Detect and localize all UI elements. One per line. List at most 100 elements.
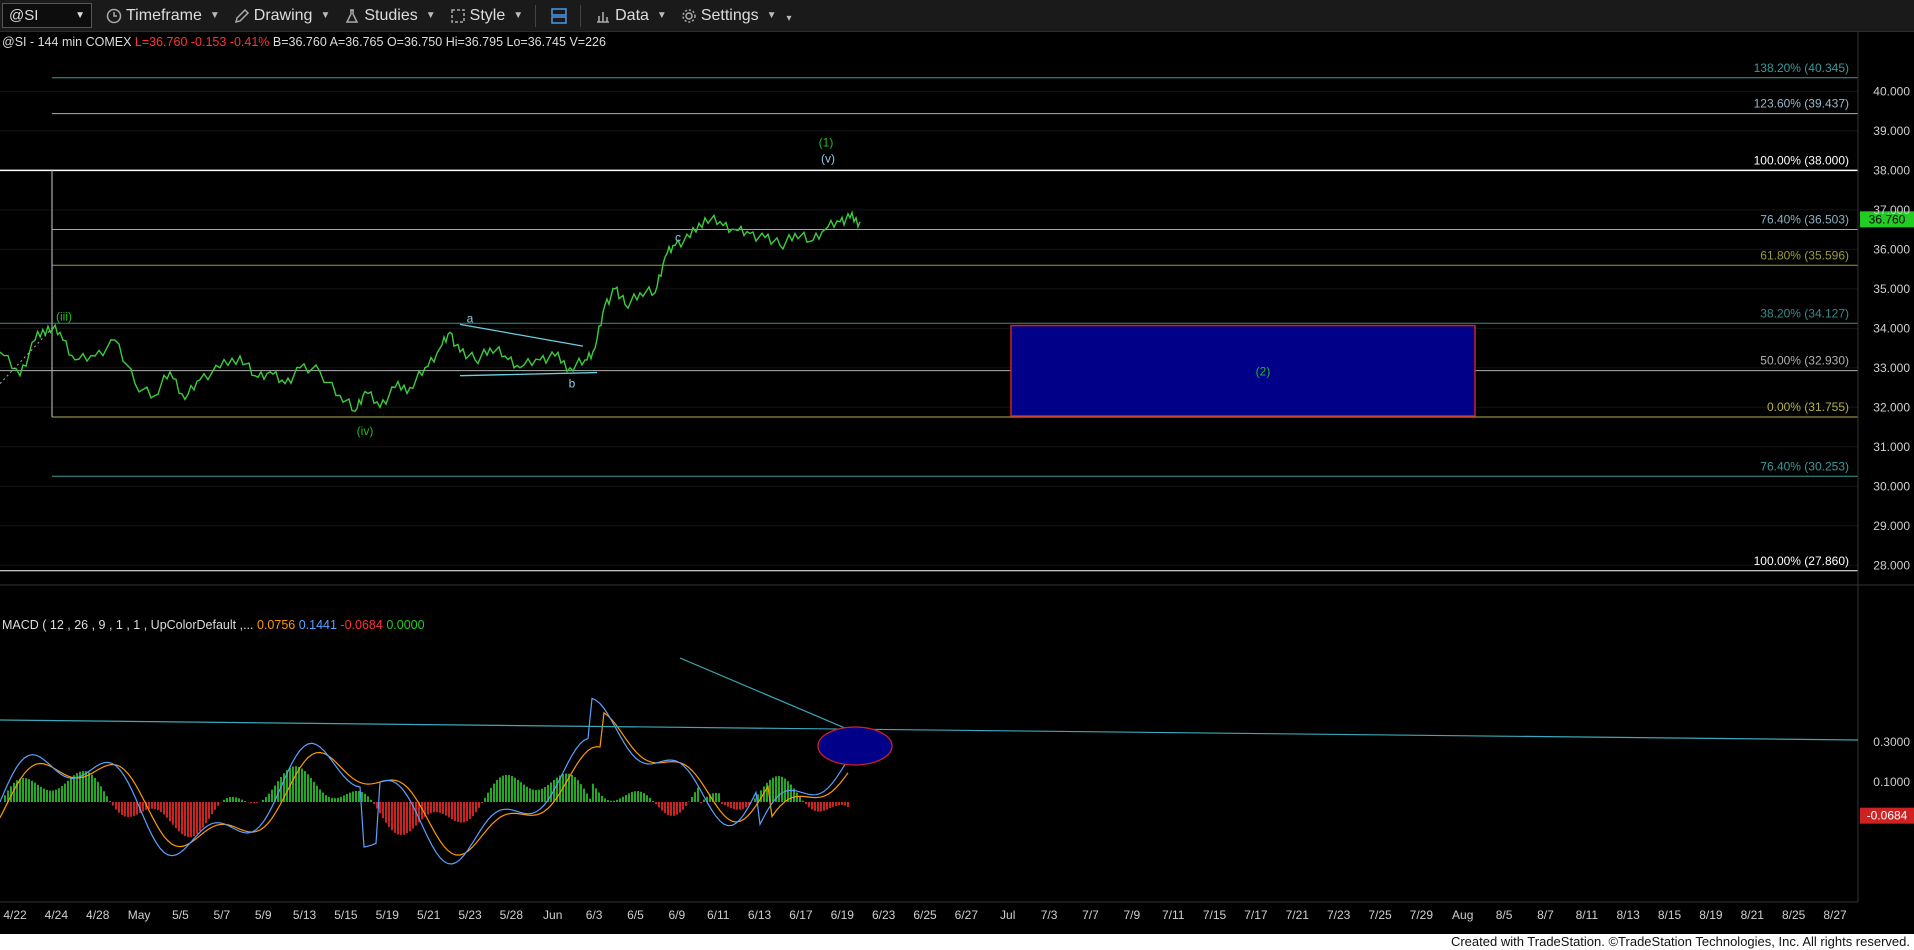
quote-low: Lo=36.745	[507, 35, 566, 49]
price-line	[0, 210, 861, 412]
macd-histogram-bar	[493, 783, 495, 802]
studies-button[interactable]: Studies ▼	[344, 7, 436, 25]
macd-histogram-bar	[745, 802, 747, 808]
macd-histogram-bar	[238, 798, 240, 802]
price-chart[interactable]: @SI - 144 min COMEX L=36.760 -0.153 -0.4…	[0, 32, 1914, 934]
macd-histogram-bar	[256, 802, 258, 803]
price-tick-label: 36.000	[1873, 242, 1910, 256]
macd-histogram-bar	[67, 780, 69, 802]
macd-histogram-bar	[430, 802, 432, 813]
macd-histogram-bar	[316, 785, 318, 802]
wave-label: (iii)	[56, 309, 72, 323]
macd-histogram-bar	[385, 802, 387, 823]
macd-histogram-bar	[607, 800, 609, 802]
macd-histogram-bar	[550, 782, 552, 802]
macd-histogram-bar	[391, 802, 393, 831]
macd-histogram-bar	[451, 802, 453, 820]
macd-histogram-bar	[325, 795, 327, 802]
macd-histogram-bar	[172, 802, 174, 825]
symbol-input[interactable]: @SI ▼	[2, 3, 92, 28]
settings-button[interactable]: Settings ▼	[681, 7, 777, 25]
macd-histogram-bar	[19, 778, 21, 802]
drawing-button[interactable]: Drawing ▼	[234, 7, 330, 25]
macd-histogram-bar	[586, 793, 588, 802]
quote-interval: 144 min	[38, 35, 83, 49]
macd-histogram-bar	[400, 802, 402, 836]
macd-histogram-bar	[838, 802, 840, 806]
macd-histogram-bar	[382, 802, 384, 819]
macd-histogram-bar	[175, 802, 177, 829]
macd-diff-value: -0.0684	[340, 618, 382, 632]
macd-histogram-bar	[427, 802, 429, 815]
macd-histogram-bar	[97, 781, 99, 802]
macd-histogram-bar	[826, 802, 828, 810]
date-tick-label: 5/13	[293, 908, 317, 922]
style-button[interactable]: Style ▼	[450, 7, 523, 25]
macd-histogram-bar	[397, 802, 399, 835]
price-axis: 40.000 39.000 38.000 37.000 36.000 35.000 34.0…	[1857, 32, 1910, 902]
data-button[interactable]: Data ▼	[595, 7, 667, 25]
date-tick-label: 8/19	[1699, 908, 1723, 922]
macd-histogram-bar	[601, 795, 603, 802]
macd-histogram-bar	[43, 788, 45, 802]
macd-title: MACD ( 12 , 26 , 9 , 1 , 1 , UpColorDefa…	[2, 618, 254, 632]
macd-histogram-bar	[661, 802, 663, 811]
date-tick-label: 5/21	[417, 908, 441, 922]
macd-histogram-bar	[235, 797, 237, 802]
symbol-value: @SI	[9, 7, 39, 24]
price-tick-label: 38.000	[1873, 163, 1910, 177]
wave-label: (v)	[821, 151, 835, 165]
macd-histogram-bar	[679, 802, 681, 813]
macd-histogram-bar	[211, 802, 213, 815]
layout-button[interactable]	[550, 7, 568, 25]
date-tick-label: 6/9	[668, 908, 685, 922]
macd-histogram-bar	[781, 776, 783, 802]
macd-histogram-bar	[331, 797, 333, 802]
macd-histogram-bar	[811, 802, 813, 810]
macd-histogram-bar	[670, 802, 672, 816]
macd-histogram-bar	[616, 799, 618, 802]
macd-histogram-bar	[64, 783, 66, 802]
macd-histogram-bar	[796, 792, 798, 802]
macd-histogram-bar	[304, 771, 306, 802]
wave-label: c	[675, 230, 681, 244]
macd-histogram-bar	[505, 774, 507, 802]
triangle-lower-line	[459, 371, 598, 377]
macd-histogram-bar	[733, 802, 735, 810]
fib-levels: 138.20% (40.345) 123.60% (39.437) 100.00% …	[0, 61, 1858, 572]
macd-histogram-bar	[388, 802, 390, 827]
macd-histogram-bar	[628, 793, 630, 802]
macd-histogram-bar	[142, 802, 144, 812]
macd-histogram-bar	[538, 789, 540, 802]
macd-histogram-bar	[196, 802, 198, 834]
macd-histogram-bar	[229, 797, 231, 802]
date-tick-label: Jun	[543, 908, 562, 922]
macd-histogram-bar	[379, 802, 381, 814]
macd-histogram-bar	[364, 793, 366, 802]
macd-histogram-bar	[232, 796, 234, 802]
overflow-caret-icon[interactable]: ▾	[787, 13, 792, 24]
fib-label: 38.20% (34.127)	[1760, 306, 1849, 320]
wave-2-target-box[interactable]	[1010, 324, 1476, 417]
macd-histogram-bar	[448, 802, 450, 818]
macd-histogram-bar	[46, 789, 48, 802]
macd-histogram-bar	[544, 787, 546, 802]
macd-histogram-bar	[4, 795, 6, 802]
macd-histogram-bar	[94, 777, 96, 802]
macd-histogram-bar	[604, 798, 606, 802]
macd-histogram-bar	[436, 802, 438, 813]
price-tick-label: 29.000	[1873, 519, 1910, 533]
macd-histogram-bar	[832, 802, 834, 807]
date-tick-label: 8/25	[1782, 908, 1806, 922]
timeframe-button[interactable]: Timeframe ▼	[106, 7, 220, 25]
fib-label: 76.40% (36.503)	[1760, 212, 1849, 226]
price-tick-label: 32.000	[1873, 400, 1910, 414]
macd-histogram-bar	[292, 766, 294, 802]
price-series: 36.760	[0, 210, 1914, 412]
macd-histogram-bar	[22, 777, 24, 802]
macd-histogram-bar	[808, 802, 810, 808]
macd-histogram-bar	[664, 802, 666, 814]
macd-histogram-bar	[49, 790, 51, 802]
macd-histogram-bar	[124, 802, 126, 817]
macd-histogram-bar	[223, 799, 225, 802]
